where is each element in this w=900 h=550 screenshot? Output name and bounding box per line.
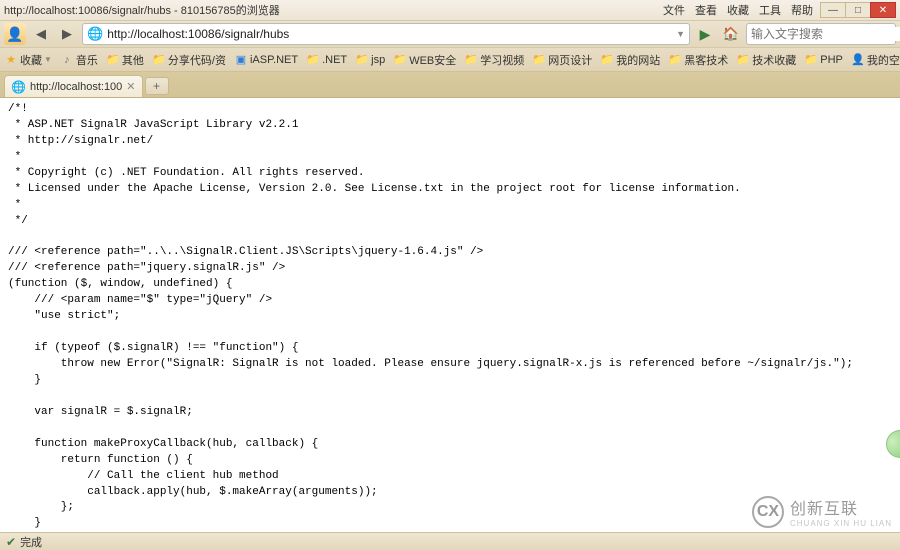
menu-fav[interactable]: 收藏 bbox=[727, 2, 749, 18]
bookmark-item[interactable]: 📁黑客技术 bbox=[668, 52, 728, 68]
folder-icon: 📁 bbox=[600, 53, 614, 67]
page-content[interactable]: /*! * ASP.NET SignalR JavaScript Library… bbox=[0, 98, 900, 532]
bookmark-item[interactable]: 👤我的空间管 bbox=[851, 52, 900, 68]
bookmark-item[interactable]: ♪音乐 bbox=[60, 52, 98, 68]
window-buttons: — □ ✕ bbox=[821, 2, 896, 18]
folder-icon: 📁 bbox=[393, 53, 407, 67]
globe-icon: 🌐 bbox=[11, 80, 26, 94]
page-icon: 👤 bbox=[851, 53, 865, 67]
go-button[interactable]: ▶ bbox=[694, 23, 716, 45]
tab-active[interactable]: 🌐 http://localhost:100 ✕ bbox=[4, 75, 143, 97]
folder-icon: 📁 bbox=[152, 53, 166, 67]
titlebar: http://localhost:10086/signalr/hubs - 81… bbox=[0, 0, 900, 20]
close-button[interactable]: ✕ bbox=[870, 2, 896, 18]
forward-button[interactable]: ▶ bbox=[56, 23, 78, 45]
menu-help[interactable]: 帮助 bbox=[791, 2, 813, 18]
search-input[interactable] bbox=[751, 27, 900, 41]
bookmark-item[interactable]: 📁网页设计 bbox=[532, 52, 592, 68]
folder-icon: 📁 bbox=[804, 53, 818, 67]
main-menu: 文件 查看 收藏 工具 帮助 bbox=[663, 2, 813, 18]
folder-icon: 📁 bbox=[668, 53, 682, 67]
dropdown-icon[interactable]: ▼ bbox=[676, 29, 685, 39]
window-title: http://localhost:10086/signalr/hubs - 81… bbox=[4, 2, 663, 18]
tab-strip: 🌐 http://localhost:100 ✕ + bbox=[0, 72, 900, 98]
home-button[interactable]: 🏠 bbox=[720, 23, 742, 45]
status-text: 完成 bbox=[20, 534, 42, 550]
bookmark-item[interactable]: 📁.NET bbox=[306, 53, 347, 67]
folder-icon: ♪ bbox=[60, 53, 74, 67]
bookmarks-bar: ★收藏▼ ♪音乐 📁其他 📁分享代码/资 ▣iASP.NET 📁.NET 📁js… bbox=[0, 48, 900, 72]
menu-file[interactable]: 文件 bbox=[663, 2, 685, 18]
bookmark-item[interactable]: 📁技术收藏 bbox=[736, 52, 796, 68]
menu-tools[interactable]: 工具 bbox=[759, 2, 781, 18]
folder-icon: 📁 bbox=[355, 53, 369, 67]
code-text: /*! * ASP.NET SignalR JavaScript Library… bbox=[8, 103, 853, 532]
status-bar: ✔ 完成 bbox=[0, 532, 900, 550]
folder-icon: 📁 bbox=[464, 53, 478, 67]
avatar[interactable]: 👤 bbox=[4, 23, 26, 45]
close-tab-icon[interactable]: ✕ bbox=[126, 80, 135, 93]
folder-icon: 📁 bbox=[106, 53, 120, 67]
bookmark-item[interactable]: 📁PHP bbox=[804, 53, 843, 67]
folder-icon: 📁 bbox=[736, 53, 750, 67]
favorites-button[interactable]: ★收藏▼ bbox=[4, 52, 52, 68]
folder-icon: 📁 bbox=[532, 53, 546, 67]
tab-title: http://localhost:100 bbox=[30, 81, 122, 93]
back-button[interactable]: ◀ bbox=[30, 23, 52, 45]
toolbar: 👤 ◀ ▶ 🌐 ▼ ▶ 🏠 🔍 bbox=[0, 20, 900, 48]
bookmark-item[interactable]: 📁分享代码/资 bbox=[152, 52, 226, 68]
new-tab-button[interactable]: + bbox=[145, 77, 169, 95]
bookmark-item[interactable]: ▣iASP.NET bbox=[234, 53, 298, 67]
bookmark-item[interactable]: 📁其他 bbox=[106, 52, 144, 68]
star-icon: ★ bbox=[4, 53, 18, 67]
menu-view[interactable]: 查看 bbox=[695, 2, 717, 18]
search-bar[interactable]: 🔍 bbox=[746, 23, 896, 45]
url-input[interactable] bbox=[107, 27, 672, 41]
bookmark-item[interactable]: 📁我的网站 bbox=[600, 52, 660, 68]
bookmark-item[interactable]: 📁学习视频 bbox=[464, 52, 524, 68]
minimize-button[interactable]: — bbox=[820, 2, 846, 18]
address-bar[interactable]: 🌐 ▼ bbox=[82, 23, 690, 45]
check-icon: ✔ bbox=[6, 535, 16, 549]
globe-icon: 🌐 bbox=[87, 26, 103, 42]
bookmark-item[interactable]: 📁WEB安全 bbox=[393, 52, 456, 68]
maximize-button[interactable]: □ bbox=[845, 2, 871, 18]
folder-icon: 📁 bbox=[306, 53, 320, 67]
page-icon: ▣ bbox=[234, 53, 248, 67]
bookmark-item[interactable]: 📁jsp bbox=[355, 53, 385, 67]
